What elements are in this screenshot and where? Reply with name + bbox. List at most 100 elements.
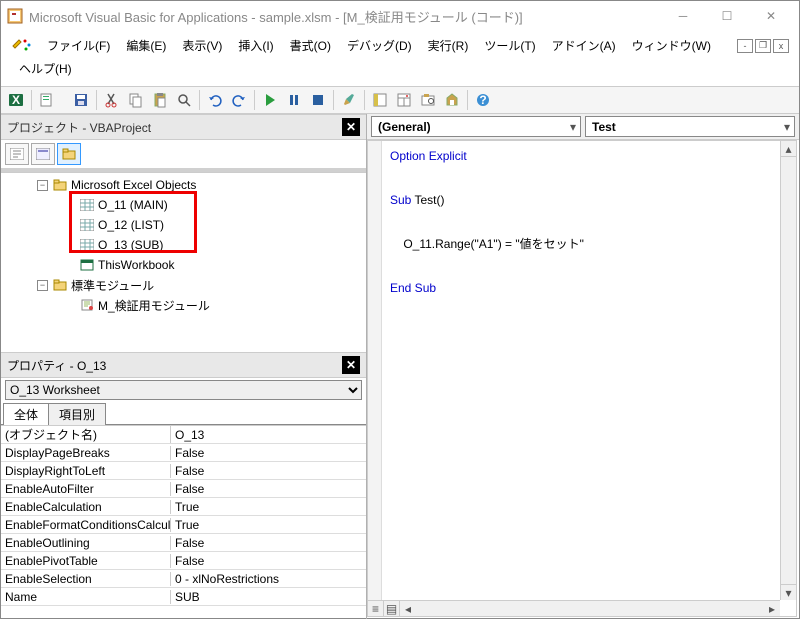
worksheet-icon — [79, 238, 95, 252]
prop-row: EnableSelection0 - xlNoRestrictions — [1, 570, 366, 588]
save-button[interactable] — [70, 89, 92, 111]
close-button[interactable]: ✕ — [749, 2, 793, 30]
menu-addins[interactable]: アドイン(A) — [544, 34, 624, 57]
mdi-minimize[interactable]: - — [737, 39, 753, 53]
break-button[interactable] — [283, 89, 305, 111]
sheet-item-1[interactable]: O_12 (LIST) — [1, 215, 366, 235]
title-bar: Microsoft Visual Basic for Applications … — [1, 1, 799, 31]
redo-button[interactable] — [228, 89, 250, 111]
toggle-folders-button[interactable] — [57, 143, 81, 165]
properties-window-button[interactable] — [393, 89, 415, 111]
menu-debug[interactable]: デバッグ(D) — [339, 34, 420, 57]
horizontal-scrollbar[interactable]: ≡ ▤ ◂▸ — [368, 600, 780, 616]
app-icon — [7, 8, 23, 24]
sheet-item-2[interactable]: O_13 (SUB) — [1, 235, 366, 255]
module-icon — [79, 298, 95, 312]
thisworkbook-label: ThisWorkbook — [98, 258, 174, 272]
view-excel-button[interactable]: X — [5, 89, 27, 111]
cut-button[interactable] — [101, 89, 123, 111]
paste-button[interactable] — [149, 89, 171, 111]
toolbar: X ? — [1, 86, 799, 114]
properties-pane-title: プロパティ - O_13 ✕ — [1, 352, 366, 378]
workspace: プロジェクト - VBAProject ✕ − Microsoft Excel … — [1, 114, 799, 619]
project-tree[interactable]: − Microsoft Excel Objects O_11 (MAIN) O_… — [1, 172, 366, 352]
mdi-buttons: - ❐ x — [737, 39, 789, 53]
menu-tools[interactable]: ツール(T) — [476, 34, 543, 57]
module-item-label: M_検証用モジュール — [98, 297, 210, 314]
object-browser-button[interactable] — [417, 89, 439, 111]
properties-object-select[interactable]: O_13 Worksheet — [5, 380, 362, 400]
view-object-button[interactable] — [31, 143, 55, 165]
undo-button[interactable] — [204, 89, 226, 111]
copy-button[interactable] — [125, 89, 147, 111]
minimize-button[interactable]: ─ — [661, 2, 705, 30]
folder-std-modules[interactable]: − 標準モジュール — [1, 275, 366, 295]
menu-view[interactable]: 表示(V) — [174, 34, 230, 57]
mdi-restore[interactable]: ❐ — [755, 39, 771, 53]
insert-module-button[interactable] — [36, 89, 58, 111]
tab-categorized[interactable]: 項目別 — [48, 403, 106, 425]
vertical-scrollbar[interactable]: ▴▾ — [780, 141, 796, 600]
collapse-icon[interactable]: − — [37, 280, 48, 291]
collapse-icon[interactable]: − — [37, 180, 48, 191]
find-button[interactable] — [173, 89, 195, 111]
menu-window[interactable]: ウィンドウ(W) — [624, 34, 719, 57]
folder-icon — [52, 178, 68, 192]
menu-file[interactable]: ファイル(F) — [39, 34, 118, 57]
worksheet-icon — [79, 218, 95, 232]
code-header: (General) Test — [367, 114, 799, 140]
properties-grid[interactable]: (オブジェクト名)O_13 DisplayPageBreaksFalse Dis… — [1, 425, 366, 619]
vba-magic-icon — [11, 36, 35, 56]
project-pane-title-text: プロジェクト - VBAProject — [7, 119, 342, 136]
window-title: Microsoft Visual Basic for Applications … — [29, 7, 661, 26]
prop-row: DisplayPageBreaksFalse — [1, 444, 366, 462]
menu-insert[interactable]: 挿入(I) — [230, 34, 281, 57]
full-module-view-button[interactable]: ▤ — [384, 601, 400, 616]
properties-pane-close[interactable]: ✕ — [342, 356, 360, 374]
help-button[interactable]: ? — [472, 89, 494, 111]
code-editor[interactable]: Option Explicit Sub Test() O_11.Range("A… — [367, 140, 797, 617]
sheet-item-2-label: O_13 (SUB) — [98, 238, 163, 252]
properties-tabs: 全体 項目別 — [1, 402, 366, 425]
project-pane-title: プロジェクト - VBAProject ✕ — [1, 114, 366, 140]
run-button[interactable] — [259, 89, 281, 111]
menu-format[interactable]: 書式(O) — [282, 34, 339, 57]
design-mode-button[interactable] — [338, 89, 360, 111]
mdi-close[interactable]: x — [773, 39, 789, 53]
workbook-icon — [79, 258, 95, 272]
code-pane: (General) Test Option Explicit Sub Test(… — [367, 114, 799, 619]
view-code-button[interactable] — [5, 143, 29, 165]
reset-button[interactable] — [307, 89, 329, 111]
prop-row: EnableFormatConditionsCalculationTrue — [1, 516, 366, 534]
code-margin — [368, 141, 382, 600]
sheet-item-0[interactable]: O_11 (MAIN) — [1, 195, 366, 215]
folder-excel-objects[interactable]: − Microsoft Excel Objects — [1, 175, 366, 195]
prop-row: (オブジェクト名)O_13 — [1, 426, 366, 444]
prop-row: EnableAutoFilterFalse — [1, 480, 366, 498]
folder-std-modules-label: 標準モジュール — [71, 277, 154, 294]
object-combo[interactable]: (General) — [371, 116, 581, 137]
svg-text:X: X — [12, 93, 20, 107]
menu-help[interactable]: ヘルプ(H) — [11, 57, 80, 80]
project-explorer-button[interactable] — [369, 89, 391, 111]
prop-row: EnableOutliningFalse — [1, 534, 366, 552]
worksheet-icon — [79, 198, 95, 212]
properties-pane-title-text: プロパティ - O_13 — [7, 357, 342, 374]
toolbox-button[interactable] — [441, 89, 463, 111]
maximize-button[interactable]: ☐ — [705, 2, 749, 30]
tab-all[interactable]: 全体 — [3, 403, 49, 425]
folder-icon — [52, 278, 68, 292]
prop-row: EnablePivotTableFalse — [1, 552, 366, 570]
code-text[interactable]: Option Explicit Sub Test() O_11.Range("A… — [390, 145, 778, 299]
procedure-view-button[interactable]: ≡ — [368, 601, 384, 616]
menu-edit[interactable]: 編集(E) — [118, 34, 174, 57]
project-pane-close[interactable]: ✕ — [342, 118, 360, 136]
folder-excel-objects-label: Microsoft Excel Objects — [71, 178, 196, 192]
menu-run[interactable]: 実行(R) — [420, 34, 477, 57]
module-item[interactable]: M_検証用モジュール — [1, 295, 366, 315]
procedure-combo[interactable]: Test — [585, 116, 795, 137]
thisworkbook-item[interactable]: ThisWorkbook — [1, 255, 366, 275]
svg-text:?: ? — [479, 93, 486, 107]
properties-object-selector[interactable]: O_13 Worksheet — [1, 378, 366, 402]
prop-row: NameSUB — [1, 588, 366, 606]
